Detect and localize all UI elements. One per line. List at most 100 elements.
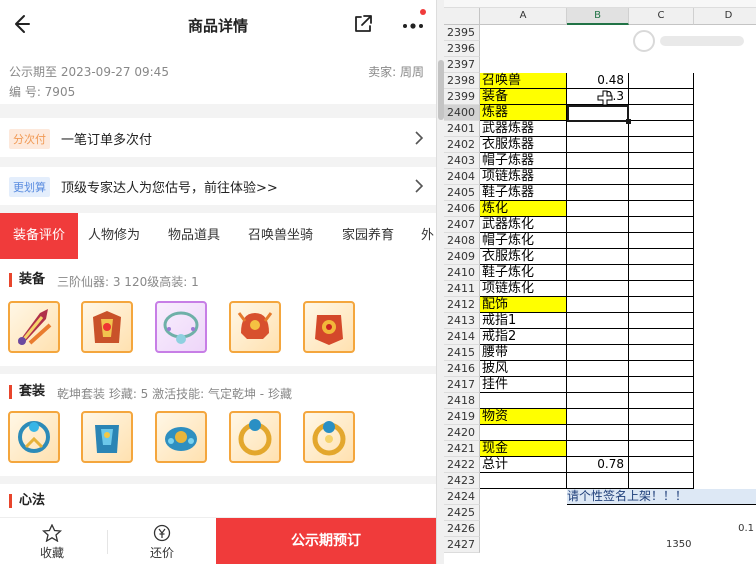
cell-a[interactable]: 总计 bbox=[480, 457, 567, 473]
cell-c[interactable] bbox=[629, 137, 694, 153]
select-all-corner[interactable] bbox=[444, 8, 480, 25]
cell-c[interactable] bbox=[629, 441, 694, 457]
row-header[interactable]: 2402 bbox=[444, 137, 480, 153]
cell-a[interactable]: 衣服炼化 bbox=[480, 249, 567, 265]
cell-c[interactable] bbox=[629, 89, 694, 105]
cell-c[interactable] bbox=[629, 313, 694, 329]
preorder-button[interactable]: 公示期预订 bbox=[216, 518, 436, 564]
more-icon[interactable] bbox=[400, 14, 426, 34]
equip-armor-icon[interactable] bbox=[81, 301, 133, 353]
cell-a[interactable]: 衣服炼器 bbox=[480, 137, 567, 153]
row-header[interactable]: 2397 bbox=[444, 57, 480, 73]
row-header[interactable]: 2403 bbox=[444, 153, 480, 169]
column-header-d[interactable]: D bbox=[694, 8, 756, 25]
suit-piece-1-icon[interactable] bbox=[8, 411, 60, 463]
cell-a[interactable]: 配饰 bbox=[480, 297, 567, 313]
cell-a[interactable]: 戒指1 bbox=[480, 313, 567, 329]
row-header[interactable]: 2416 bbox=[444, 361, 480, 377]
row-header[interactable]: 2399 bbox=[444, 89, 480, 105]
cell-c[interactable] bbox=[629, 121, 694, 137]
suit-piece-4-icon[interactable] bbox=[229, 411, 281, 463]
cell-a[interactable]: 武器炼器 bbox=[480, 121, 567, 137]
cell-c[interactable] bbox=[629, 265, 694, 281]
row-header[interactable]: 2422 bbox=[444, 457, 480, 473]
panel-scrollbar[interactable] bbox=[436, 0, 444, 564]
cell-b[interactable] bbox=[567, 409, 629, 425]
promo-installment[interactable]: 分次付 一笔订单多次付 bbox=[0, 119, 436, 157]
cell-c[interactable] bbox=[629, 457, 694, 473]
equip-helmet-icon[interactable] bbox=[229, 301, 281, 353]
cell-c[interactable] bbox=[629, 329, 694, 345]
equip-necklace-icon[interactable] bbox=[155, 301, 207, 353]
cell-b[interactable]: 0.48 bbox=[567, 73, 629, 89]
column-header-c[interactable]: C bbox=[629, 8, 694, 25]
cell-a[interactable]: 项链炼化 bbox=[480, 281, 567, 297]
row-header[interactable]: 2412 bbox=[444, 297, 480, 313]
cell-b[interactable] bbox=[567, 441, 629, 457]
row-header[interactable]: 2415 bbox=[444, 345, 480, 361]
promo-appraisal[interactable]: 更划算 顶级专家达人为您估号，前往体验>> bbox=[0, 167, 436, 205]
tab-home[interactable]: 家园养育 bbox=[342, 213, 394, 259]
row-header[interactable]: 2409 bbox=[444, 249, 480, 265]
row-header[interactable]: 2427 bbox=[444, 537, 480, 553]
cell-a[interactable]: 鞋子炼化 bbox=[480, 265, 567, 281]
cell-a[interactable]: 炼器 bbox=[480, 105, 567, 121]
signature-banner[interactable]: 请个性签名上架！！！ bbox=[567, 489, 756, 505]
cell-b[interactable] bbox=[567, 281, 629, 297]
cell-b[interactable] bbox=[567, 233, 629, 249]
cell-c[interactable] bbox=[629, 393, 694, 409]
bargain-button[interactable]: 还价 bbox=[132, 518, 192, 564]
cell-b[interactable] bbox=[567, 217, 629, 233]
row-header[interactable]: 2419 bbox=[444, 409, 480, 425]
suit-piece-2-icon[interactable] bbox=[81, 411, 133, 463]
cell-b[interactable] bbox=[567, 249, 629, 265]
cell-c[interactable] bbox=[629, 281, 694, 297]
cell-a[interactable]: 鞋子炼器 bbox=[480, 185, 567, 201]
cell-a[interactable]: 项链炼器 bbox=[480, 169, 567, 185]
row-header[interactable]: 2400 bbox=[444, 105, 480, 121]
cell-b[interactable] bbox=[567, 121, 629, 137]
row-header[interactable]: 2406 bbox=[444, 201, 480, 217]
row-header[interactable]: 2398 bbox=[444, 73, 480, 89]
cell-a[interactable]: 披风 bbox=[480, 361, 567, 377]
cell-a[interactable]: 物资 bbox=[480, 409, 567, 425]
favorite-button[interactable]: 收藏 bbox=[22, 518, 82, 564]
row-header[interactable]: 2424 bbox=[444, 489, 480, 505]
row-header[interactable]: 2404 bbox=[444, 169, 480, 185]
row-header[interactable]: 2401 bbox=[444, 121, 480, 137]
cell-b[interactable] bbox=[567, 425, 629, 441]
row-header[interactable]: 2418 bbox=[444, 393, 480, 409]
row-header[interactable]: 2421 bbox=[444, 441, 480, 457]
seller-label[interactable]: 卖家: 周周 bbox=[368, 63, 424, 80]
cell-a[interactable] bbox=[480, 393, 567, 409]
cell-b[interactable] bbox=[567, 377, 629, 393]
cell-c[interactable] bbox=[629, 233, 694, 249]
tab-more[interactable]: 外 bbox=[421, 213, 434, 259]
cell-c[interactable] bbox=[629, 249, 694, 265]
cell-c[interactable] bbox=[629, 409, 694, 425]
cell-b[interactable] bbox=[567, 393, 629, 409]
cell-c[interactable] bbox=[629, 473, 694, 489]
suit-piece-5-icon[interactable] bbox=[303, 411, 355, 463]
cell-a[interactable]: 帽子炼化 bbox=[480, 233, 567, 249]
cell-c[interactable] bbox=[629, 377, 694, 393]
row-header[interactable]: 2407 bbox=[444, 217, 480, 233]
cell-d2426[interactable]: 0.1 bbox=[738, 523, 754, 534]
cell-b[interactable] bbox=[567, 185, 629, 201]
cell-a[interactable]: 召唤兽 bbox=[480, 73, 567, 89]
cell-b[interactable] bbox=[567, 473, 629, 489]
cell-b[interactable] bbox=[567, 137, 629, 153]
cell-a[interactable] bbox=[480, 473, 567, 489]
cell-c[interactable] bbox=[629, 169, 694, 185]
cell-a[interactable]: 装备 bbox=[480, 89, 567, 105]
selected-cell-b2400[interactable] bbox=[567, 105, 631, 124]
cell-b[interactable]: 0.78 bbox=[567, 457, 629, 473]
cell-b[interactable] bbox=[567, 169, 629, 185]
row-header[interactable]: 2408 bbox=[444, 233, 480, 249]
tab-pets-mounts[interactable]: 召唤兽坐骑 bbox=[248, 213, 313, 259]
cell-b[interactable] bbox=[567, 297, 629, 313]
suit-piece-3-icon[interactable] bbox=[155, 411, 207, 463]
share-icon[interactable] bbox=[353, 14, 373, 34]
row-header[interactable]: 2411 bbox=[444, 281, 480, 297]
cell-b[interactable] bbox=[567, 361, 629, 377]
